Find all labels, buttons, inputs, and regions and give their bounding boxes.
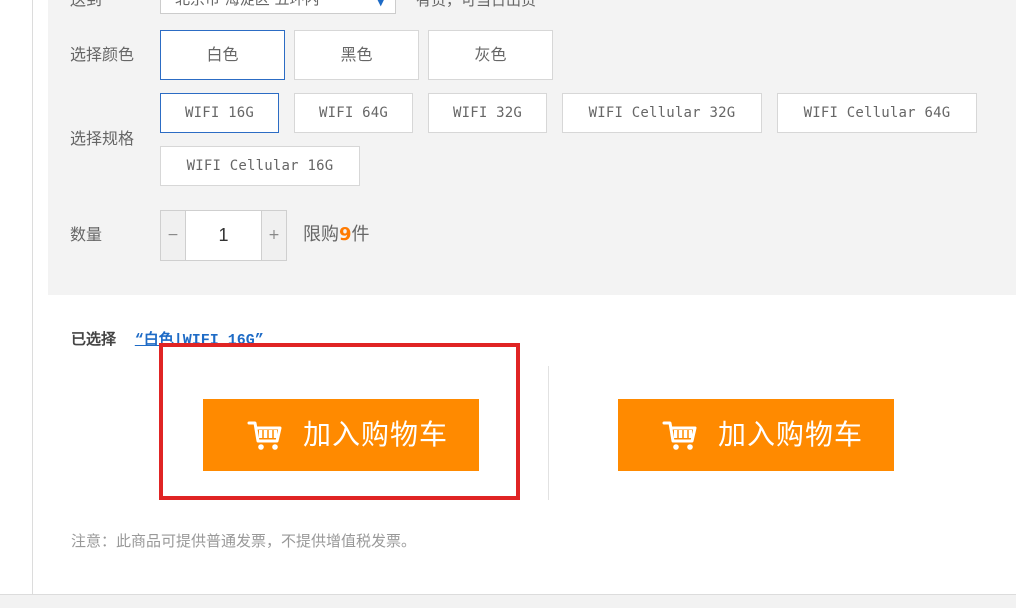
quantity-increase-button[interactable]: + [261, 211, 286, 260]
spec-option-wifi-16g[interactable]: WIFI 16G [160, 93, 279, 133]
quantity-stepper: − 1 + [160, 210, 287, 261]
add-to-cart-label: 加入购物车 [718, 418, 864, 451]
purchase-limit-count: 9 [339, 224, 352, 245]
purchase-limit-suffix: 件 [351, 224, 370, 245]
spec-option-wifi-cellular-32g[interactable]: WIFI Cellular 32G [562, 93, 762, 133]
button-divider [548, 366, 549, 500]
page-footer-band [0, 594, 1016, 608]
shipping-label: 送到 [70, 0, 102, 10]
quantity-label: 数量 [70, 225, 103, 244]
spec-option-wifi-32g[interactable]: WIFI 32G [428, 93, 547, 133]
purchase-limit: 限购9件 [303, 224, 370, 246]
shipping-address-value: 北京市 海淀区 五环内 [175, 0, 320, 8]
spec-label: 选择规格 [70, 129, 135, 148]
add-to-cart-button-secondary[interactable]: 加入购物车 [618, 399, 894, 471]
highlight-annotation [159, 343, 520, 500]
chevron-down-icon: ▼ [376, 0, 385, 8]
spec-option-wifi-cellular-64g[interactable]: WIFI Cellular 64G [777, 93, 977, 133]
color-label: 选择颜色 [70, 45, 135, 64]
selection-label: 已选择 [71, 330, 117, 348]
shopping-cart-icon [662, 421, 697, 450]
spec-option-wifi-cellular-16g[interactable]: WIFI Cellular 16G [160, 146, 360, 186]
purchase-limit-prefix: 限购 [303, 224, 339, 245]
stock-status: 有货，可当日出货 [416, 0, 537, 9]
product-options-panel: 送到 北京市 海淀区 五环内 ▼ 有货，可当日出货 选择颜色 白色 黑色 灰色 … [48, 0, 1016, 295]
color-option-white[interactable]: 白色 [160, 30, 285, 80]
shipping-address-select[interactable]: 北京市 海淀区 五环内 ▼ [160, 0, 396, 14]
invoice-notice: 注意：此商品可提供普通发票，不提供增值税发票。 [71, 532, 417, 550]
quantity-decrease-button[interactable]: − [161, 211, 186, 260]
quantity-input[interactable]: 1 [186, 211, 261, 260]
spec-option-wifi-64g[interactable]: WIFI 64G [294, 93, 413, 133]
color-option-gray[interactable]: 灰色 [428, 30, 553, 80]
left-border [32, 0, 33, 594]
color-option-black[interactable]: 黑色 [294, 30, 419, 80]
